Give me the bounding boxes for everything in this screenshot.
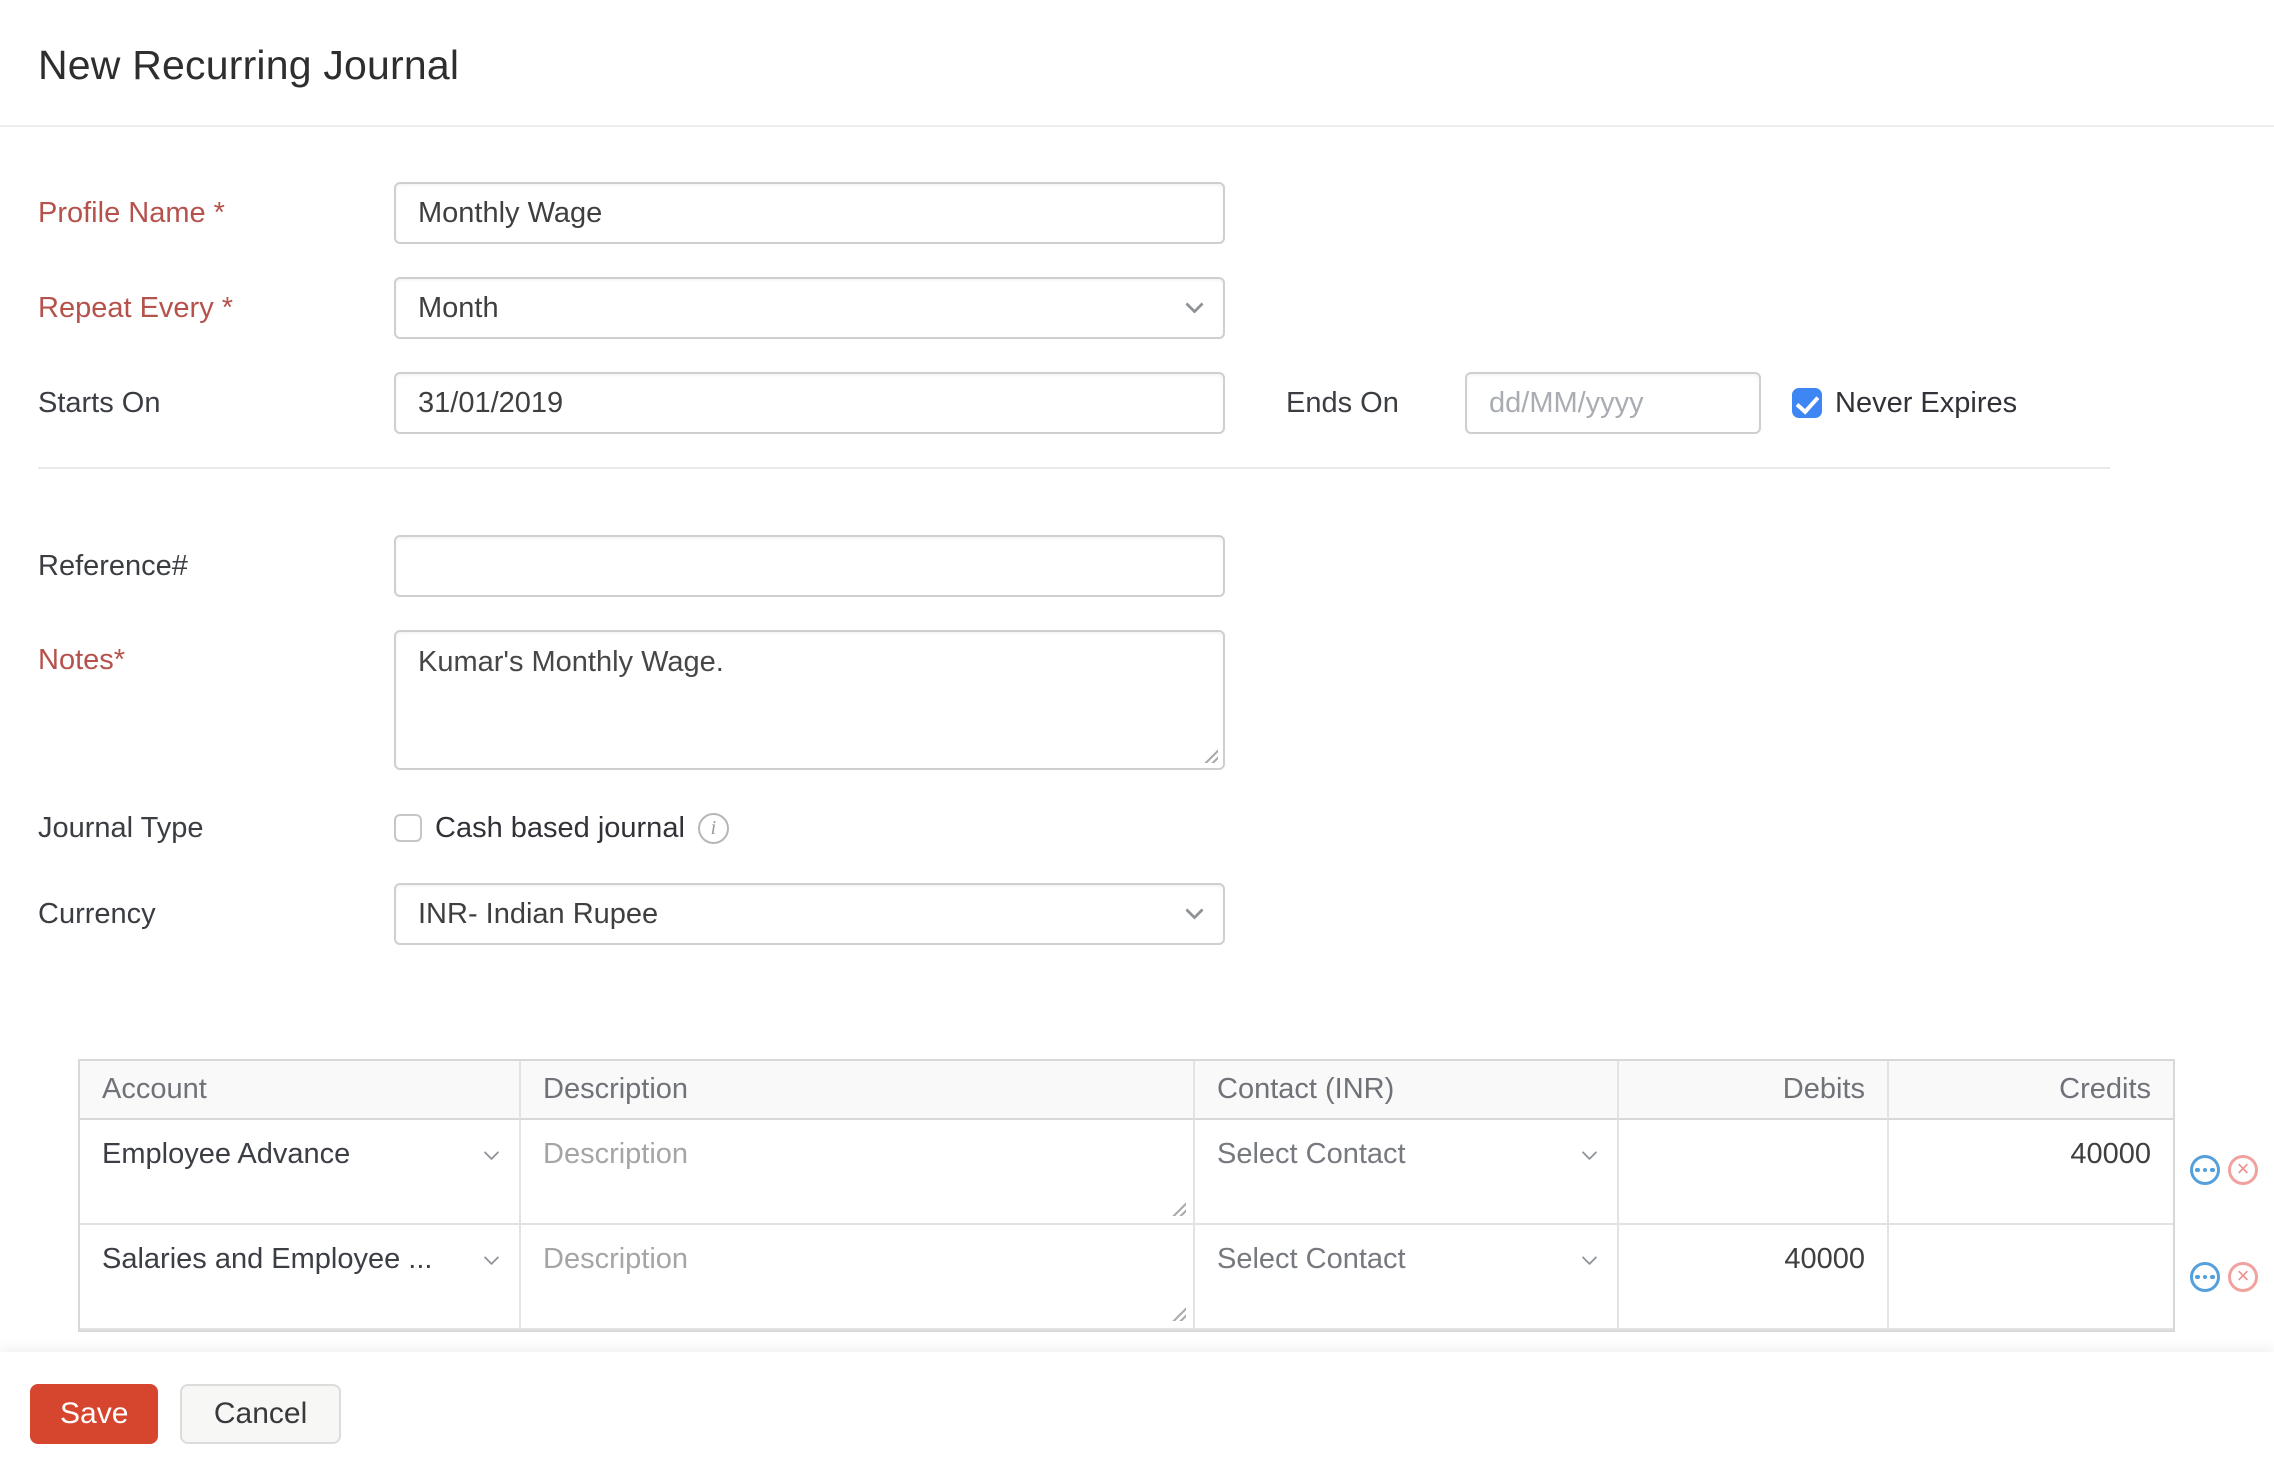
col-header-credits: Credits	[1887, 1061, 2173, 1120]
profile-name-label: Profile Name *	[38, 196, 225, 229]
account-value: Salaries and Employee ...	[102, 1243, 433, 1275]
account-cell: Salaries and Employee ...	[80, 1225, 519, 1330]
page-header: New Recurring Journal	[0, 0, 2274, 127]
dates-row: Starts On Ends On Never Expires	[38, 372, 2274, 434]
chevron-down-icon	[1581, 1144, 1598, 1160]
chevron-down-icon	[1581, 1249, 1598, 1265]
description-placeholder: Description	[543, 1243, 689, 1275]
account-select[interactable]: Salaries and Employee ...	[102, 1243, 500, 1276]
contact-select[interactable]: Select Contact	[1217, 1138, 1598, 1171]
resize-grip-icon[interactable]	[1170, 1305, 1186, 1321]
notes-row: Notes* Kumar's Monthly Wage.	[38, 630, 2274, 770]
repeat-every-value: Month	[418, 291, 499, 324]
contact-placeholder: Select Contact	[1217, 1243, 1406, 1275]
contact-placeholder: Select Contact	[1217, 1138, 1406, 1170]
chevron-down-icon	[1185, 295, 1204, 314]
delete-row-icon[interactable]: ×	[2228, 1155, 2258, 1185]
section-divider	[38, 467, 2110, 469]
ellipsis-icon	[2195, 1167, 2215, 1173]
notes-label: Notes*	[38, 644, 126, 676]
col-header-contact: Contact (INR)	[1193, 1061, 1617, 1120]
starts-on-label: Starts On	[38, 386, 161, 419]
cash-based-journal-checkbox[interactable]	[394, 814, 422, 842]
col-header-debits: Debits	[1617, 1061, 1887, 1120]
debits-cell[interactable]	[1617, 1120, 1887, 1225]
page-title: New Recurring Journal	[38, 42, 460, 88]
reference-row: Reference#	[38, 535, 2274, 597]
journal-lines-table: Account Description Contact (INR) Debits…	[78, 1059, 2175, 1332]
repeat-every-row: Repeat Every * Month	[38, 277, 2274, 339]
info-icon[interactable]: i	[697, 812, 729, 844]
chevron-down-icon	[1185, 901, 1204, 920]
currency-label: Currency	[38, 897, 156, 930]
ends-on-label: Ends On	[1286, 386, 1399, 419]
table-row: Employee Advance Description Select Cont…	[80, 1120, 2173, 1225]
credits-cell[interactable]	[1887, 1225, 2173, 1330]
contact-select[interactable]: Select Contact	[1217, 1243, 1598, 1276]
account-select[interactable]: Employee Advance	[102, 1138, 500, 1171]
new-recurring-journal-page: New Recurring Journal Profile Name * Rep…	[0, 0, 2274, 1478]
contact-cell: Select Contact	[1193, 1225, 1617, 1330]
currency-value: INR- Indian Rupee	[418, 897, 659, 930]
never-expires-checkbox[interactable]	[1792, 388, 1822, 418]
row-actions: ×	[2190, 1155, 2258, 1185]
cash-based-journal-label: Cash based journal	[435, 811, 685, 844]
description-placeholder: Description	[543, 1138, 689, 1170]
recurring-journal-form: Profile Name * Repeat Every * Month Star…	[0, 127, 2274, 1332]
journal-type-row: Journal Type Cash based journal i	[38, 808, 2274, 848]
description-cell[interactable]: Description	[519, 1225, 1193, 1330]
ends-on-input[interactable]	[1465, 372, 1761, 434]
ellipsis-icon	[2195, 1274, 2215, 1280]
journal-lines-table-area: Account Description Contact (INR) Debits…	[78, 1059, 2274, 1332]
chevron-down-icon	[483, 1144, 500, 1160]
reference-input[interactable]	[394, 535, 1225, 597]
debits-cell[interactable]: 40000	[1617, 1225, 1887, 1330]
delete-row-icon[interactable]: ×	[2228, 1262, 2258, 1292]
cancel-button[interactable]: Cancel	[179, 1384, 342, 1444]
description-cell[interactable]: Description	[519, 1120, 1193, 1225]
table-header-row: Account Description Contact (INR) Debits…	[80, 1061, 2173, 1120]
col-header-account: Account	[80, 1061, 519, 1120]
profile-name-input[interactable]	[394, 182, 1225, 244]
currency-row: Currency INR- Indian Rupee	[38, 883, 2274, 945]
repeat-every-select[interactable]: Month	[394, 277, 1225, 339]
currency-select[interactable]: INR- Indian Rupee	[394, 883, 1225, 945]
chevron-down-icon	[483, 1249, 500, 1265]
contact-cell: Select Contact	[1193, 1120, 1617, 1225]
repeat-every-label: Repeat Every *	[38, 291, 234, 324]
journal-type-label: Journal Type	[38, 811, 204, 844]
table-row: Salaries and Employee ... Description Se…	[80, 1225, 2173, 1330]
starts-on-input[interactable]	[394, 372, 1225, 434]
save-button[interactable]: Save	[30, 1384, 159, 1444]
reference-label: Reference#	[38, 549, 188, 582]
account-value: Employee Advance	[102, 1138, 351, 1170]
notes-field-wrap: Kumar's Monthly Wage.	[394, 630, 1225, 770]
col-header-description: Description	[519, 1061, 1193, 1120]
profile-name-row: Profile Name *	[38, 182, 2274, 244]
row-actions: ×	[2190, 1262, 2258, 1292]
account-cell: Employee Advance	[80, 1120, 519, 1225]
form-footer: Save Cancel	[0, 1352, 2274, 1478]
never-expires-label: Never Expires	[1835, 386, 2018, 419]
notes-textarea[interactable]: Kumar's Monthly Wage.	[394, 630, 1225, 770]
row-options-icon[interactable]	[2190, 1262, 2220, 1292]
resize-grip-icon[interactable]	[1170, 1200, 1186, 1216]
row-options-icon[interactable]	[2190, 1155, 2220, 1185]
credits-cell[interactable]: 40000	[1887, 1120, 2173, 1225]
